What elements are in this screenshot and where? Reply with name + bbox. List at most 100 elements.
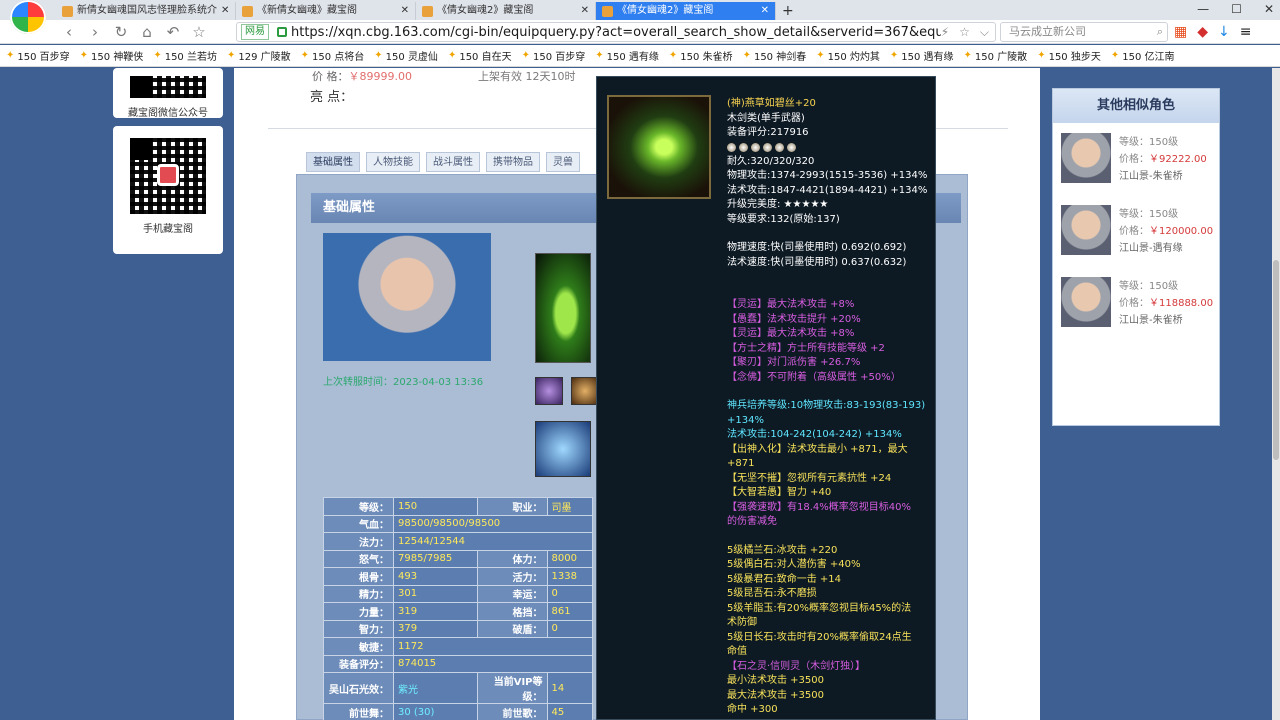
- similar-item[interactable]: 等级：150级 价格：￥92222.00 江山景-朱雀桥: [1053, 123, 1219, 195]
- avatar[interactable]: [1061, 277, 1111, 327]
- tooltip-line: 术防御: [727, 617, 757, 628]
- equip-slot[interactable]: [571, 377, 599, 405]
- tooltip-line: 5级日长石:攻击时有20%概率偷取24点生: [727, 631, 912, 643]
- bookmark-item[interactable]: ✦ 150 独步天: [1037, 48, 1101, 63]
- scrollbar-thumb[interactable]: [1273, 260, 1279, 460]
- tab-skills[interactable]: 人物技能: [366, 152, 420, 172]
- url-text[interactable]: https://xqn.cbg.163.com/cgi-bin/equipque…: [291, 25, 941, 40]
- bookmark-icon: ✦: [374, 50, 383, 61]
- bookmark-item[interactable]: ✦ 150 自在天: [448, 48, 512, 63]
- browser-tab[interactable]: 《新倩女幽魂》藏宝阁 ✕: [236, 2, 416, 20]
- home-icon[interactable]: ⌂: [134, 23, 160, 41]
- tab-basic[interactable]: 基础属性: [306, 152, 360, 172]
- bookmark-item[interactable]: ✦ 150 点将台: [301, 48, 365, 63]
- bookmark-item[interactable]: ✦ 150 神剑春: [743, 48, 807, 63]
- close-icon[interactable]: ✕: [761, 2, 769, 20]
- close-icon[interactable]: ✕: [221, 2, 229, 20]
- bookmark-item[interactable]: ✦ 150 兰若坊: [153, 48, 217, 63]
- bookmark-star-icon[interactable]: ☆: [959, 25, 970, 40]
- avatar[interactable]: [1061, 205, 1111, 255]
- browser-tab[interactable]: 《倩女幽魂2》藏宝阁 ✕: [416, 2, 596, 20]
- url-input[interactable]: 网易 https://xqn.cbg.163.com/cgi-bin/equip…: [236, 22, 996, 42]
- lightning-icon[interactable]: ⚡: [941, 25, 949, 40]
- bookmark-item[interactable]: ✦ 150 广陵散: [964, 48, 1028, 63]
- bookmark-icon: ✦: [79, 50, 89, 61]
- bookmark-item[interactable]: ✦ 150 朱雀桥: [669, 48, 733, 63]
- tab-pets[interactable]: 灵兽: [546, 152, 580, 172]
- avatar[interactable]: [1061, 133, 1111, 183]
- tooltip-line: 【灵运】最大法术攻击 +8%: [727, 299, 855, 310]
- weapon-slot[interactable]: [535, 253, 591, 363]
- browser-tab[interactable]: 新倩女幽魂国风志怪理脸系统介 ✕: [56, 2, 236, 20]
- stats-row: 等级： 150 职业： 司墨: [323, 497, 594, 516]
- bookmarks-bar: ✦ 150 百步穿 ✦ 150 神鞭侠 ✦ 150 兰若坊 ✦ 129 广陵散 ✦ 150 点将台…: [0, 45, 1280, 67]
- back-icon[interactable]: ‹: [56, 23, 82, 41]
- tooltip-line: 木剑类(单手武器): [727, 112, 805, 124]
- browser-logo-icon[interactable]: [10, 0, 46, 34]
- gem-icon: [751, 143, 760, 152]
- bookmark-item[interactable]: ✦ 129 广陵散: [227, 48, 291, 63]
- close-icon[interactable]: ✕: [581, 2, 589, 20]
- close-window-icon[interactable]: ✕: [1264, 0, 1274, 18]
- gem-icon: [775, 143, 784, 152]
- nav-buttons: ‹ › ↻ ⌂ ↶ ☆: [56, 20, 212, 44]
- mobile-qr-card: 手机藏宝阁: [113, 126, 223, 254]
- bookmark-item[interactable]: ✦ 150 灵虚仙: [374, 48, 438, 63]
- bookmark-item[interactable]: ✦ 150 灼灼其: [816, 48, 880, 63]
- maximize-icon[interactable]: ☐: [1231, 0, 1242, 18]
- tooltip-line: 【石之灵·信则灵（木剑灯独）】: [727, 660, 866, 672]
- gem-icon: [739, 143, 748, 152]
- bookmark-icon: ✦: [595, 50, 604, 61]
- browser-tab-active[interactable]: 《倩女幽魂2》藏宝阁 ✕: [596, 2, 776, 20]
- tab-bar: 新倩女幽魂国风志怪理脸系统介 ✕ 《新倩女幽魂》藏宝阁 ✕ 《倩女幽魂2》藏宝阁 ✕ …: [0, 0, 1280, 20]
- tooltip-line: 【方士之精】方士所有技能等级 +2: [727, 342, 885, 354]
- forward-icon[interactable]: ›: [82, 23, 108, 41]
- new-tab-button[interactable]: +: [776, 2, 806, 20]
- bookmark-icon: ✦: [6, 50, 15, 61]
- highlight-label: 亮 点：: [310, 90, 354, 105]
- last-transfer: 上次转服时间：2023-04-03 13:36: [323, 377, 484, 388]
- apps-icon[interactable]: ▦: [1174, 22, 1187, 42]
- equip-slot[interactable]: [535, 421, 591, 477]
- bookmark-item[interactable]: ✦ 150 亿江南: [1111, 48, 1175, 63]
- search-icon[interactable]: ⌕: [1157, 23, 1163, 41]
- site-icon: [422, 5, 433, 17]
- similar-item[interactable]: 等级：150级 价格：￥120000.00 江山景-遇有缘: [1053, 195, 1219, 267]
- stats-table: 等级： 150 职业： 司墨 气血： 98500/98500/98500 法力： 12544/…: [323, 497, 594, 720]
- bookmark-item[interactable]: ✦ 150 遇有缘: [595, 48, 659, 63]
- bookmark-item[interactable]: ✦ 150 百步穿: [522, 48, 586, 63]
- download-icon[interactable]: ↓: [1218, 22, 1230, 42]
- undo-icon[interactable]: ↶: [160, 23, 186, 41]
- minimize-icon[interactable]: —: [1197, 0, 1209, 18]
- equip-slot[interactable]: [535, 377, 563, 405]
- menu-icon[interactable]: ≡: [1240, 22, 1252, 42]
- tab-items[interactable]: 携带物品: [486, 152, 540, 172]
- tooltip-line: 法术攻击:104-242(104-242) +134%: [727, 429, 902, 440]
- bookmark-icon: ✦: [668, 50, 678, 61]
- bookmark-icon: ✦: [1037, 50, 1046, 61]
- bookmark-item[interactable]: ✦ 150 神鞭侠: [80, 48, 144, 63]
- bookmark-icon: ✦: [742, 50, 751, 61]
- dropdown-icon[interactable]: ⌵: [980, 25, 989, 40]
- search-input[interactable]: 马云成立新公司 ⌕: [1000, 22, 1168, 42]
- window-controls: — ☐ ✕: [1197, 0, 1274, 18]
- similar-item[interactable]: 等级：150级 价格：￥118888.00 江山景-朱雀桥: [1053, 267, 1219, 339]
- refresh-icon[interactable]: ↻: [108, 23, 134, 41]
- game-icon[interactable]: ◆: [1197, 22, 1208, 42]
- bookmark-item[interactable]: ✦ 150 百步穿: [6, 48, 70, 63]
- close-icon[interactable]: ✕: [401, 2, 409, 20]
- character-portrait: [323, 233, 491, 361]
- tab-combat[interactable]: 战斗属性: [426, 152, 480, 172]
- similar-title: 其他相似角色: [1053, 89, 1219, 123]
- tooltip-line: 耐久:320/320/320: [727, 155, 815, 167]
- qr-code: [124, 70, 212, 104]
- gem-icon: [727, 143, 736, 152]
- stats-row: 智力： 379 破盾： 0: [323, 619, 594, 638]
- tooltip-line: 命值: [727, 646, 747, 657]
- tooltip-line: 【出神入化】法术攻击最小 +871，最大: [727, 443, 908, 455]
- star-icon[interactable]: ☆: [186, 23, 212, 41]
- stats-row: 根骨： 493 活力： 1338: [323, 567, 594, 586]
- bookmark-item[interactable]: ✦ 150 遇有缘: [890, 48, 954, 63]
